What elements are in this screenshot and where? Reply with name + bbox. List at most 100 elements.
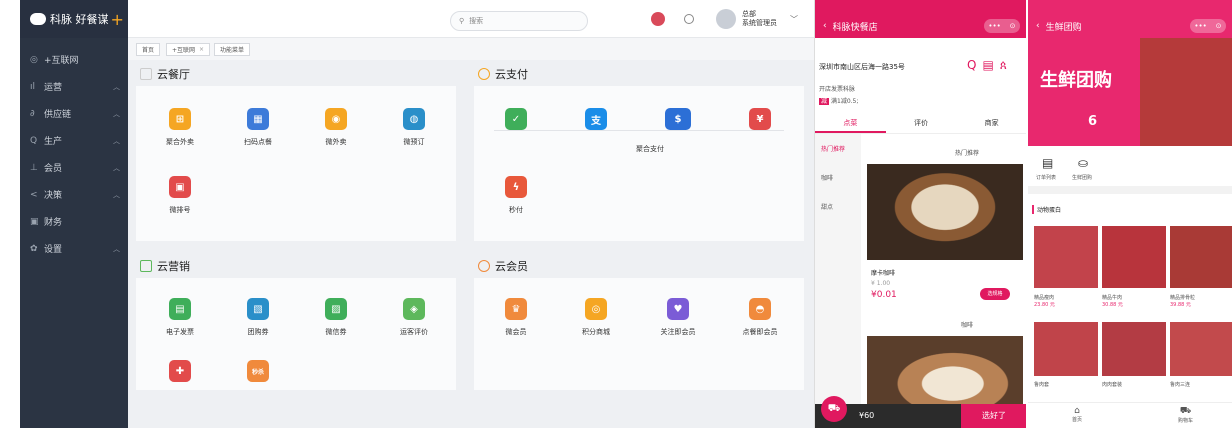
app-flash-sale[interactable]: 秒杀 bbox=[228, 360, 288, 389]
tab-merchant[interactable]: 商家 bbox=[956, 112, 1026, 133]
product-image bbox=[1034, 322, 1098, 376]
brand-logo[interactable]: 科脉 好餐谋 + bbox=[20, 0, 128, 38]
back-icon[interactable]: ‹ bbox=[1036, 21, 1040, 31]
tab-menu[interactable]: 功能菜单 bbox=[214, 43, 251, 56]
app-pay-tile[interactable]: $ bbox=[648, 108, 708, 137]
sidebar-item-label: 财务 bbox=[44, 218, 63, 228]
category-coffee[interactable]: 咖啡 bbox=[815, 153, 861, 182]
groupbuy-icon[interactable]: ⛀ bbox=[1078, 156, 1088, 170]
close-icon[interactable]: × bbox=[199, 46, 204, 53]
marketing-icon bbox=[140, 260, 152, 272]
app-wechat-coupon[interactable]: ▨ 微信券 bbox=[306, 298, 366, 337]
checkout-button[interactable]: 选好了 bbox=[961, 404, 1026, 428]
tab-home[interactable]: 首页 bbox=[136, 43, 161, 56]
queue-icon: ▣ bbox=[169, 176, 191, 198]
app-micro-reserve[interactable]: ◍ 微预订 bbox=[384, 108, 444, 147]
chevron-up-icon: ︿ bbox=[113, 163, 120, 172]
app-alipay[interactable]: 支 bbox=[566, 108, 626, 137]
product-card[interactable]: 精品排骨粒 39.88 元 bbox=[1170, 226, 1232, 336]
order-list-icon[interactable]: ▤ bbox=[1042, 156, 1053, 170]
product-image bbox=[1102, 322, 1166, 376]
marketing-panel: ▤ 电子发票 ▧ 团购券 ▨ 微信券 ◈ 运客评价 ✚ 秒杀 bbox=[136, 278, 456, 390]
section-title-text: 云会员 bbox=[495, 260, 528, 273]
category-hot[interactable]: 热门推荐 bbox=[815, 134, 861, 153]
banner-number: 6 bbox=[1088, 114, 1098, 129]
app-scan-order[interactable]: ▦ 扫码点餐 bbox=[228, 108, 288, 147]
nav-home[interactable]: ⌂ 首页 bbox=[1072, 406, 1082, 423]
app-fast-pay[interactable]: ϟ 秒付 bbox=[486, 176, 546, 215]
cart-bar: ⛟ ¥60 选好了 bbox=[815, 396, 1026, 428]
tab-order[interactable]: 点菜 bbox=[815, 112, 886, 133]
app-micro-member[interactable]: ♛ 微会员 bbox=[486, 298, 546, 337]
app-queue[interactable]: ▣ 微排号 bbox=[150, 176, 210, 215]
product-card[interactable]: 肉肉套装 bbox=[1102, 322, 1166, 402]
search-input[interactable]: ⚲ 搜索 bbox=[450, 11, 588, 31]
sidebar-item-supply-chain[interactable]: ∂ 供应链 ︿ bbox=[20, 100, 128, 127]
category-dessert[interactable]: 甜点 bbox=[815, 182, 861, 211]
app-micro-delivery[interactable]: ◉ 微外卖 bbox=[306, 108, 366, 147]
select-spec-button[interactable]: 选规格 bbox=[980, 288, 1010, 300]
invoice-info: 开店发票科脉 bbox=[819, 86, 856, 93]
product-card[interactable]: 鲁肉三连 bbox=[1170, 322, 1232, 402]
share-icon: < bbox=[30, 189, 38, 200]
phone-header: ‹ 生鲜团购 ••• ⊙ bbox=[1028, 0, 1232, 38]
cart-icon[interactable]: ⛟ bbox=[821, 396, 847, 422]
chevron-up-icon: ︿ bbox=[113, 244, 120, 253]
back-icon[interactable]: ‹ bbox=[823, 21, 827, 31]
mini-program-menu[interactable]: ••• ⊙ bbox=[1190, 19, 1226, 33]
store-actions[interactable]: Q▤ጰ bbox=[967, 58, 1013, 73]
plus-cross-icon: ✚ bbox=[169, 360, 191, 382]
sidebar-item-production[interactable]: Q 生产 ︿ bbox=[20, 127, 128, 154]
sidebar-item-label: 运营 bbox=[44, 83, 63, 93]
app-follow-member[interactable]: ♥ 关注即会员 bbox=[648, 298, 708, 337]
points-icon: ◎ bbox=[585, 298, 607, 320]
latte-photo bbox=[867, 336, 1023, 404]
section-title: 云会员 bbox=[478, 258, 528, 274]
app-group-coupon[interactable]: ▧ 团购券 bbox=[228, 298, 288, 337]
notification-icon[interactable] bbox=[651, 12, 665, 26]
product-card[interactable]: 鲁肉套 bbox=[1034, 322, 1098, 402]
avatar[interactable] bbox=[716, 9, 736, 29]
app-review[interactable]: ◈ 运客评价 bbox=[384, 298, 444, 337]
product-card[interactable]: 精品牛肉 30.88 元 bbox=[1102, 226, 1166, 336]
sidebar-item-label: +互联网 bbox=[44, 56, 79, 66]
phone-header: ‹ 科脉快餐店 ••• ⊙ bbox=[815, 0, 1026, 38]
phone-title: 生鲜团购 bbox=[1045, 22, 1082, 33]
sidebar-item-settings[interactable]: ✿ 设置 ︿ bbox=[20, 235, 128, 262]
sidebar-item-internet[interactable]: ◎ +互联网 bbox=[20, 46, 128, 73]
app-order-member[interactable]: ◓ 点餐即会员 bbox=[730, 298, 790, 337]
app-union-pay[interactable]: ¥ bbox=[730, 108, 790, 137]
tab-review[interactable]: 评价 bbox=[886, 112, 957, 133]
app-e-invoice[interactable]: ▤ 电子发票 bbox=[150, 298, 210, 337]
app-marketing-extra[interactable]: ✚ bbox=[150, 360, 210, 389]
chevron-down-icon[interactable]: ﹀ bbox=[790, 14, 798, 25]
tab-internet[interactable]: +互联网 × bbox=[166, 43, 211, 56]
item-original-price: ¥ 1.00 bbox=[871, 280, 891, 287]
unionpay-icon: ¥ bbox=[749, 108, 771, 130]
coupon-icon: ▧ bbox=[247, 298, 269, 320]
sidebar-item-finance[interactable]: ▣ 财务 bbox=[20, 208, 128, 235]
sidebar-item-operations[interactable]: ıl 运营 ︿ bbox=[20, 73, 128, 100]
divider bbox=[1028, 186, 1232, 194]
app-points-mall[interactable]: ◎ 积分商城 bbox=[566, 298, 626, 337]
user-menu[interactable]: 总部 系统管理员 bbox=[742, 10, 777, 28]
mini-program-menu[interactable]: ••• ⊙ bbox=[984, 19, 1020, 33]
cloud-logo-icon bbox=[30, 13, 46, 25]
app-wechat-pay[interactable]: ✓ bbox=[486, 108, 546, 137]
item-name: 摩卡咖啡 bbox=[871, 270, 896, 277]
app-aggregate-delivery[interactable]: ⊞ 聚合外卖 bbox=[150, 108, 210, 147]
sidebar-item-decision[interactable]: < 决策 ︿ bbox=[20, 181, 128, 208]
settings-icon[interactable] bbox=[684, 14, 694, 24]
sidebar-item-label: 供应链 bbox=[44, 110, 72, 120]
app-label: 微信券 bbox=[325, 328, 347, 336]
lightning-icon: ϟ bbox=[505, 176, 527, 198]
sidebar-item-member[interactable]: ⊥ 会员 ︿ bbox=[20, 154, 128, 181]
product-card[interactable]: 精品瘦肉 23.80 元 bbox=[1034, 226, 1098, 336]
chevron-up-icon: ︿ bbox=[113, 190, 120, 199]
user-name: 总部 bbox=[742, 10, 756, 18]
dish-icon: ◓ bbox=[749, 298, 771, 320]
main-content: ⚲ 搜索 总部 系统管理员 ﹀ 首页 +互联网 × 功能菜单 云餐厅 ⊞ 聚合外卖 … bbox=[128, 0, 814, 428]
sidebar-item-label: 会员 bbox=[44, 164, 63, 174]
promo-banner[interactable]: 生鲜团购 6 bbox=[1028, 38, 1232, 146]
nav-cart[interactable]: ⛟ 购物车 bbox=[1178, 406, 1193, 424]
